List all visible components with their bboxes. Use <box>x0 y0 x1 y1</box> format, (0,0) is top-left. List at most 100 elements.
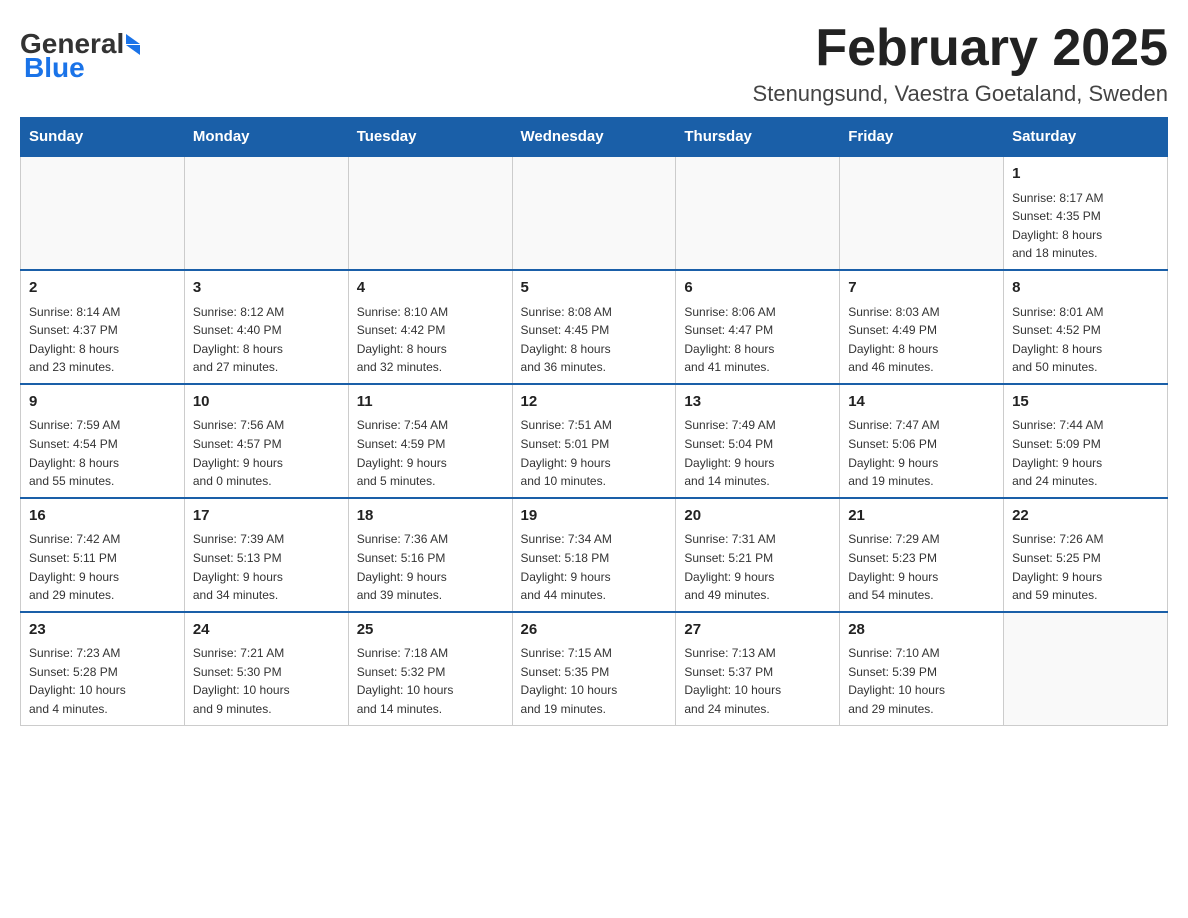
day-cell: 26Sunrise: 7:15 AM Sunset: 5:35 PM Dayli… <box>512 612 676 725</box>
col-sunday: Sunday <box>21 118 185 157</box>
day-cell <box>512 156 676 270</box>
title-section: February 2025 Stenungsund, Vaestra Goeta… <box>753 20 1168 107</box>
day-cell <box>676 156 840 270</box>
day-cell: 2 Sunrise: 8:14 AM Sunset: 4:37 PM Daylig… <box>21 270 185 384</box>
day-cell: 28Sunrise: 7:10 AM Sunset: 5:39 PM Dayli… <box>840 612 1004 725</box>
day-info: Sunrise: 7:15 AM Sunset: 5:35 PM Dayligh… <box>521 644 668 718</box>
day-number: 21 <box>848 505 995 528</box>
day-cell: 10Sunrise: 7:56 AM Sunset: 4:57 PM Dayli… <box>184 384 348 498</box>
day-info: Sunrise: 7:18 AM Sunset: 5:32 PM Dayligh… <box>357 644 504 718</box>
day-info: Sunrise: 7:10 AM Sunset: 5:39 PM Dayligh… <box>848 644 995 718</box>
day-number: 28 <box>848 619 995 642</box>
logo: General Blue <box>20 20 140 82</box>
day-cell: 13Sunrise: 7:49 AM Sunset: 5:04 PM Dayli… <box>676 384 840 498</box>
day-number: 26 <box>521 619 668 642</box>
day-cell <box>21 156 185 270</box>
day-cell: 25Sunrise: 7:18 AM Sunset: 5:32 PM Dayli… <box>348 612 512 725</box>
day-info: Sunrise: 7:44 AM Sunset: 5:09 PM Dayligh… <box>1012 416 1159 490</box>
day-info: Sunrise: 8:10 AM Sunset: 4:42 PM Dayligh… <box>357 303 504 377</box>
day-cell: 11Sunrise: 7:54 AM Sunset: 4:59 PM Dayli… <box>348 384 512 498</box>
day-cell: 27Sunrise: 7:13 AM Sunset: 5:37 PM Dayli… <box>676 612 840 725</box>
day-info: Sunrise: 7:34 AM Sunset: 5:18 PM Dayligh… <box>521 530 668 604</box>
day-number: 7 <box>848 277 995 300</box>
day-cell: 22Sunrise: 7:26 AM Sunset: 5:25 PM Dayli… <box>1004 498 1168 612</box>
day-cell: 12Sunrise: 7:51 AM Sunset: 5:01 PM Dayli… <box>512 384 676 498</box>
day-info: Sunrise: 7:29 AM Sunset: 5:23 PM Dayligh… <box>848 530 995 604</box>
day-cell: 16Sunrise: 7:42 AM Sunset: 5:11 PM Dayli… <box>21 498 185 612</box>
day-number: 19 <box>521 505 668 528</box>
day-number: 16 <box>29 505 176 528</box>
day-number: 22 <box>1012 505 1159 528</box>
day-info: Sunrise: 7:39 AM Sunset: 5:13 PM Dayligh… <box>193 530 340 604</box>
calendar-table: Sunday Monday Tuesday Wednesday Thursday… <box>20 117 1168 725</box>
day-number: 23 <box>29 619 176 642</box>
day-cell: 7Sunrise: 8:03 AM Sunset: 4:49 PM Daylig… <box>840 270 1004 384</box>
day-info: Sunrise: 7:47 AM Sunset: 5:06 PM Dayligh… <box>848 416 995 490</box>
day-number: 13 <box>684 391 831 414</box>
day-info: Sunrise: 7:42 AM Sunset: 5:11 PM Dayligh… <box>29 530 176 604</box>
day-info: Sunrise: 7:26 AM Sunset: 5:25 PM Dayligh… <box>1012 530 1159 604</box>
day-cell: 17Sunrise: 7:39 AM Sunset: 5:13 PM Dayli… <box>184 498 348 612</box>
month-title: February 2025 <box>753 20 1168 77</box>
day-number: 12 <box>521 391 668 414</box>
day-cell: 21Sunrise: 7:29 AM Sunset: 5:23 PM Dayli… <box>840 498 1004 612</box>
day-number: 2 <box>29 277 176 300</box>
day-cell: 18Sunrise: 7:36 AM Sunset: 5:16 PM Dayli… <box>348 498 512 612</box>
day-info: Sunrise: 7:23 AM Sunset: 5:28 PM Dayligh… <box>29 644 176 718</box>
logo-text-blue: Blue <box>24 54 85 82</box>
day-info: Sunrise: 7:13 AM Sunset: 5:37 PM Dayligh… <box>684 644 831 718</box>
day-number: 27 <box>684 619 831 642</box>
col-wednesday: Wednesday <box>512 118 676 157</box>
col-thursday: Thursday <box>676 118 840 157</box>
day-info: Sunrise: 8:14 AM Sunset: 4:37 PM Dayligh… <box>29 303 176 377</box>
day-cell: 14Sunrise: 7:47 AM Sunset: 5:06 PM Dayli… <box>840 384 1004 498</box>
day-cell <box>840 156 1004 270</box>
location-subtitle: Stenungsund, Vaestra Goetaland, Sweden <box>753 81 1168 107</box>
day-info: Sunrise: 7:31 AM Sunset: 5:21 PM Dayligh… <box>684 530 831 604</box>
week-row-1: 1 Sunrise: 8:17 AM Sunset: 4:35 PM Daylig… <box>21 156 1168 270</box>
col-tuesday: Tuesday <box>348 118 512 157</box>
calendar-header-row: Sunday Monday Tuesday Wednesday Thursday… <box>21 118 1168 157</box>
day-info: Sunrise: 8:08 AM Sunset: 4:45 PM Dayligh… <box>521 303 668 377</box>
day-number: 25 <box>357 619 504 642</box>
col-friday: Friday <box>840 118 1004 157</box>
day-cell: 20Sunrise: 7:31 AM Sunset: 5:21 PM Dayli… <box>676 498 840 612</box>
day-number: 24 <box>193 619 340 642</box>
day-number: 9 <box>29 391 176 414</box>
day-number: 17 <box>193 505 340 528</box>
day-info: Sunrise: 8:06 AM Sunset: 4:47 PM Dayligh… <box>684 303 831 377</box>
day-number: 3 <box>193 277 340 300</box>
day-cell: 3Sunrise: 8:12 AM Sunset: 4:40 PM Daylig… <box>184 270 348 384</box>
week-row-5: 23Sunrise: 7:23 AM Sunset: 5:28 PM Dayli… <box>21 612 1168 725</box>
day-cell <box>348 156 512 270</box>
day-number: 14 <box>848 391 995 414</box>
day-info: Sunrise: 7:36 AM Sunset: 5:16 PM Dayligh… <box>357 530 504 604</box>
day-cell: 4Sunrise: 8:10 AM Sunset: 4:42 PM Daylig… <box>348 270 512 384</box>
day-number: 11 <box>357 391 504 414</box>
day-cell: 8Sunrise: 8:01 AM Sunset: 4:52 PM Daylig… <box>1004 270 1168 384</box>
day-number: 15 <box>1012 391 1159 414</box>
day-info: Sunrise: 8:01 AM Sunset: 4:52 PM Dayligh… <box>1012 303 1159 377</box>
day-number: 1 <box>1012 163 1159 186</box>
col-monday: Monday <box>184 118 348 157</box>
day-number: 6 <box>684 277 831 300</box>
day-cell: 6 Sunrise: 8:06 AM Sunset: 4:47 PM Daylig… <box>676 270 840 384</box>
day-info: Sunrise: 8:17 AM Sunset: 4:35 PM Dayligh… <box>1012 189 1159 263</box>
day-info: Sunrise: 7:21 AM Sunset: 5:30 PM Dayligh… <box>193 644 340 718</box>
day-cell: 24Sunrise: 7:21 AM Sunset: 5:30 PM Dayli… <box>184 612 348 725</box>
day-number: 10 <box>193 391 340 414</box>
day-number: 18 <box>357 505 504 528</box>
week-row-2: 2 Sunrise: 8:14 AM Sunset: 4:37 PM Daylig… <box>21 270 1168 384</box>
week-row-4: 16Sunrise: 7:42 AM Sunset: 5:11 PM Dayli… <box>21 498 1168 612</box>
day-info: Sunrise: 7:59 AM Sunset: 4:54 PM Dayligh… <box>29 416 176 490</box>
day-cell: 5Sunrise: 8:08 AM Sunset: 4:45 PM Daylig… <box>512 270 676 384</box>
week-row-3: 9Sunrise: 7:59 AM Sunset: 4:54 PM Daylig… <box>21 384 1168 498</box>
day-info: Sunrise: 7:49 AM Sunset: 5:04 PM Dayligh… <box>684 416 831 490</box>
day-info: Sunrise: 7:54 AM Sunset: 4:59 PM Dayligh… <box>357 416 504 490</box>
day-info: Sunrise: 7:51 AM Sunset: 5:01 PM Dayligh… <box>521 416 668 490</box>
col-saturday: Saturday <box>1004 118 1168 157</box>
day-number: 20 <box>684 505 831 528</box>
day-cell: 23Sunrise: 7:23 AM Sunset: 5:28 PM Dayli… <box>21 612 185 725</box>
day-cell: 9Sunrise: 7:59 AM Sunset: 4:54 PM Daylig… <box>21 384 185 498</box>
day-cell <box>184 156 348 270</box>
